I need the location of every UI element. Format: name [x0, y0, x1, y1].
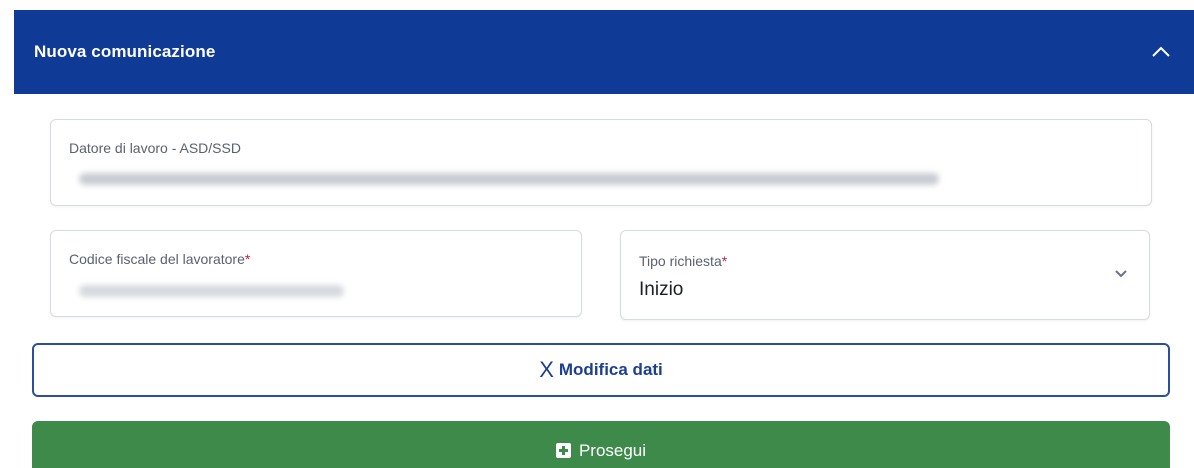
worker-tax-code-field[interactable]: Codice fiscale del lavoratore* [50, 230, 582, 317]
page: Nuova comunicazione Datore di lavoro - A… [0, 0, 1194, 468]
request-type-label-text: Tipo richiesta [639, 253, 722, 269]
chevron-down-icon[interactable] [1113, 265, 1129, 281]
close-icon: X [539, 357, 554, 382]
continue-label: Prosegui [578, 441, 647, 460]
employer-value-redacted [79, 173, 939, 185]
edit-data-button[interactable]: X Modifica dati [32, 343, 1170, 397]
worker-tax-code-value-redacted [79, 285, 344, 297]
worker-tax-code-label-text: Codice fiscale del lavoratore [69, 251, 245, 267]
worker-tax-code-label: Codice fiscale del lavoratore* [69, 251, 250, 267]
plus-square-icon [555, 443, 571, 458]
request-type-value: Inizio [639, 279, 684, 300]
employer-field: Datore di lavoro - ASD/SSD [50, 119, 1152, 206]
request-type-select[interactable]: Tipo richiesta* Inizio [620, 230, 1150, 320]
employer-label: Datore di lavoro - ASD/SSD [69, 140, 241, 156]
edit-data-label: Modifica dati [558, 360, 663, 379]
section-title: Nuova comunicazione [34, 42, 216, 61]
required-marker: * [721, 253, 728, 269]
chevron-up-icon[interactable] [1150, 41, 1172, 63]
request-type-label: Tipo richiesta* [639, 253, 727, 269]
section-header[interactable]: Nuova comunicazione [14, 10, 1194, 94]
required-marker: * [244, 251, 251, 267]
continue-button[interactable]: Prosegui [32, 421, 1170, 468]
